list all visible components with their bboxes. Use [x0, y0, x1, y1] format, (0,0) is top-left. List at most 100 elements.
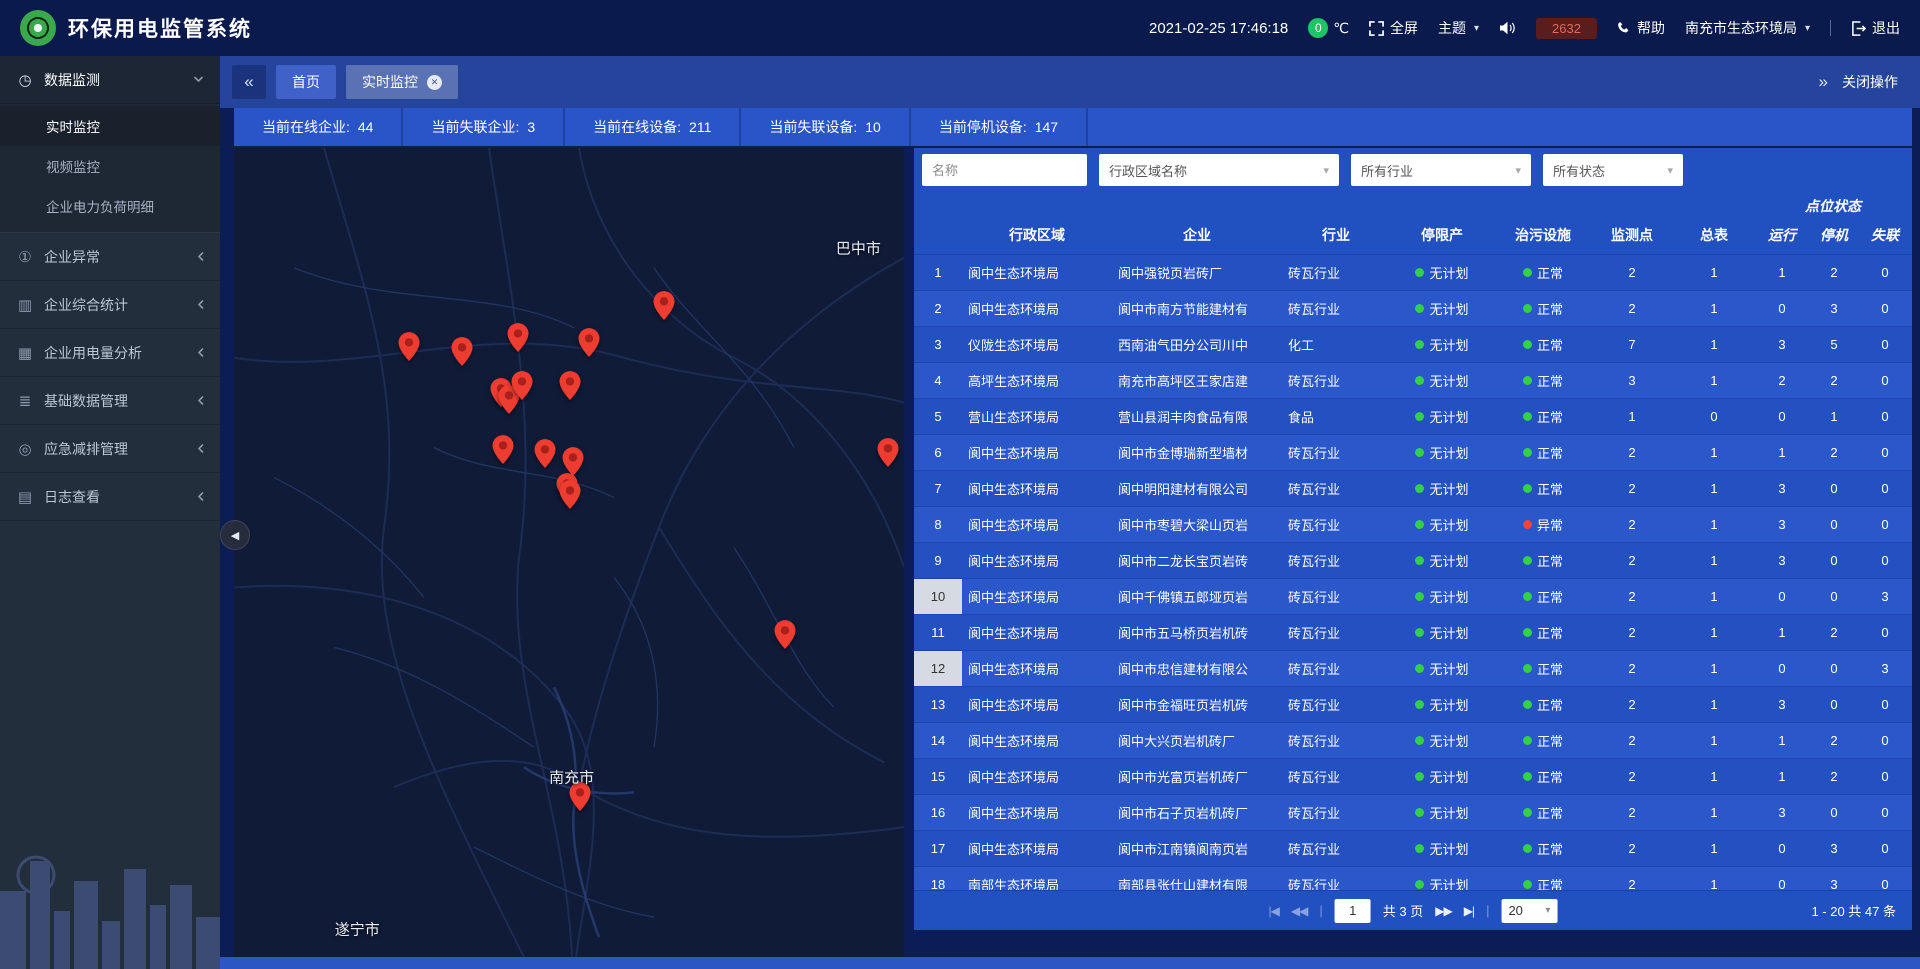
sidebar-item-realtime-monitor[interactable]: 实时监控: [0, 106, 220, 146]
table-row[interactable]: 12阆中生态环境局阆中市忠信建材有限公砖瓦行业无计划正常21003: [914, 651, 1912, 687]
table-row[interactable]: 15阆中生态环境局阆中市光富页岩机砖厂砖瓦行业无计划正常21120: [914, 759, 1912, 795]
table-row[interactable]: 14阆中生态环境局阆中大兴页岩机砖厂砖瓦行业无计划正常21120: [914, 723, 1912, 759]
map-pin[interactable]: [559, 480, 580, 509]
row-stop: 2: [1808, 723, 1860, 758]
table-row[interactable]: 13阆中生态环境局阆中市金福旺页岩机砖砖瓦行业无计划正常21300: [914, 687, 1912, 723]
row-index: 17: [914, 831, 962, 866]
table-row[interactable]: 2阆中生态环境局阆中市南方节能建材有砖瓦行业无计划正常21030: [914, 291, 1912, 327]
table-row[interactable]: 5营山生态环境局营山县润丰肉食品有限食品无计划正常10010: [914, 399, 1912, 435]
tabs-scroll-left-button[interactable]: «: [232, 65, 266, 99]
status-dot: [1415, 664, 1424, 673]
row-industry: 砖瓦行业: [1282, 363, 1390, 398]
org-name: 南充市生态环境局: [1685, 18, 1797, 38]
row-facility-status: 正常: [1494, 579, 1592, 614]
sound-button[interactable]: [1499, 21, 1516, 35]
row-points: 2: [1592, 255, 1672, 290]
map-collapse-button[interactable]: ◀: [220, 520, 250, 550]
chevron-left-icon: [197, 443, 204, 454]
map-pin[interactable]: [534, 439, 555, 468]
tab-home[interactable]: 首页: [276, 65, 336, 99]
org-dropdown[interactable]: 南充市生态环境局 ▾: [1685, 18, 1810, 38]
sidebar-section-base-data[interactable]: ≣基础数据管理: [0, 377, 220, 425]
map-pin[interactable]: [512, 371, 533, 400]
map-pin[interactable]: [579, 328, 600, 357]
name-filter-input[interactable]: [922, 154, 1087, 186]
app-logo-icon: [20, 10, 56, 46]
datetime: 2021-02-25 17:46:18: [1149, 20, 1288, 37]
status-text: 无计划: [1429, 695, 1468, 714]
table-row[interactable]: 1阆中生态环境局阆中强锐页岩砖厂砖瓦行业无计划正常21120: [914, 255, 1912, 291]
row-run: 1: [1756, 759, 1808, 794]
map-pin[interactable]: [508, 323, 529, 352]
map-pin[interactable]: [398, 332, 419, 361]
theme-dropdown[interactable]: 主题 ▾: [1438, 18, 1479, 38]
row-points: 7: [1592, 327, 1672, 362]
table-header-row: 行政区域企业行业停限产治污设施监测点总表运行停机失联: [914, 216, 1912, 254]
map-canvas[interactable]: 巴中市南充市遂宁市: [234, 148, 904, 957]
tab-bar: « 首页实时监控✕ » 关闭操作: [220, 56, 1920, 108]
table-row[interactable]: 11阆中生态环境局阆中市五马桥页岩机砖砖瓦行业无计划正常21120: [914, 615, 1912, 651]
table-row[interactable]: 6阆中生态环境局阆中市金博瑞新型墙材砖瓦行业无计划正常21120: [914, 435, 1912, 471]
fullscreen-button[interactable]: 全屏: [1369, 18, 1418, 38]
table-row[interactable]: 18南部生态环境局南部县张仕山建材有限砖瓦行业无计划正常21030: [914, 867, 1912, 890]
stat-label: 当前停机设备:: [939, 117, 1027, 137]
tab-realtime[interactable]: 实时监控✕: [346, 65, 458, 99]
sidebar-section-emergency-mgmt[interactable]: ◎应急减排管理: [0, 425, 220, 473]
sidebar-section-log-view[interactable]: ▤日志查看: [0, 473, 220, 521]
sidebar-section-data-monitoring[interactable]: ◷数据监测: [0, 56, 220, 104]
last-page-button[interactable]: ▶|: [1464, 904, 1474, 918]
row-lost: 0: [1860, 363, 1910, 398]
status-filter-select[interactable]: 所有状态 ▾: [1543, 154, 1683, 186]
map-pin[interactable]: [559, 371, 580, 400]
row-lost: 0: [1860, 759, 1910, 794]
sidebar-section-enterprise-abnormal[interactable]: ①企业异常: [0, 233, 220, 281]
close-operations-button[interactable]: 关闭操作: [1842, 72, 1898, 92]
double-chevron-right-icon[interactable]: »: [1819, 72, 1828, 92]
industry-filter-select[interactable]: 所有行业 ▾: [1351, 154, 1531, 186]
prev-page-button[interactable]: ◀◀: [1291, 904, 1307, 918]
help-button[interactable]: 帮助: [1617, 18, 1665, 38]
sidebar-section-enterprise-stats[interactable]: ▥企业综合统计: [0, 281, 220, 329]
logout-label: 退出: [1872, 18, 1900, 38]
table-row[interactable]: 4高坪生态环境局南充市高坪区王家店建砖瓦行业无计划正常31220: [914, 363, 1912, 399]
sidebar-section-power-analysis[interactable]: ▦企业用电量分析: [0, 329, 220, 377]
map-pin[interactable]: [563, 447, 584, 476]
row-points: 3: [1592, 363, 1672, 398]
table-row[interactable]: 3仪陇生态环境局西南油气田分公司川中化工无计划正常71350: [914, 327, 1912, 363]
row-facility-status: 正常: [1494, 651, 1592, 686]
page-number-input[interactable]: 1: [1335, 899, 1371, 923]
table-row[interactable]: 17阆中生态环境局阆中市江南镇阆南页岩砖瓦行业无计划正常21030: [914, 831, 1912, 867]
map-pin[interactable]: [451, 337, 472, 366]
row-stop: 5: [1808, 327, 1860, 362]
row-limit-status: 无计划: [1390, 615, 1494, 650]
column-header: 治污设施: [1494, 216, 1592, 254]
map-pin[interactable]: [877, 438, 898, 467]
map-roads: [234, 148, 904, 957]
map-pin[interactable]: [775, 620, 796, 649]
first-page-button[interactable]: |◀: [1269, 904, 1279, 918]
table-row[interactable]: 10阆中生态环境局阆中千佛镇五郎垭页岩砖瓦行业无计划正常21003: [914, 579, 1912, 615]
sidebar-item-video-monitor[interactable]: 视频监控: [0, 146, 220, 186]
sidebar-item-power-load-detail[interactable]: 企业电力负荷明细: [0, 186, 220, 226]
row-company: 阆中市五马桥页岩机砖: [1112, 615, 1282, 650]
row-points: 2: [1592, 759, 1672, 794]
row-meters: 1: [1672, 867, 1756, 890]
table-row[interactable]: 16阆中生态环境局阆中市石子页岩机砖厂砖瓦行业无计划正常21300: [914, 795, 1912, 831]
next-page-button[interactable]: ▶▶: [1435, 904, 1451, 918]
map-pin[interactable]: [493, 435, 514, 464]
notice-count-badge[interactable]: 2632: [1536, 18, 1597, 39]
logout-button[interactable]: 退出: [1851, 18, 1900, 38]
page-size-select[interactable]: 20 ▾: [1501, 899, 1557, 923]
row-index: 12: [914, 651, 962, 686]
map-pin[interactable]: [654, 291, 675, 320]
row-industry: 砖瓦行业: [1282, 291, 1390, 326]
table-row[interactable]: 8阆中生态环境局阆中市枣碧大梁山页岩砖瓦行业无计划异常21300: [914, 507, 1912, 543]
table-row[interactable]: 7阆中生态环境局阆中明阳建材有限公司砖瓦行业无计划正常21300: [914, 471, 1912, 507]
table-row[interactable]: 9阆中生态环境局阆中市二龙长宝页岩砖砖瓦行业无计划正常21300: [914, 543, 1912, 579]
row-company: 阆中市光富页岩机砖厂: [1112, 759, 1282, 794]
row-region: 阆中生态环境局: [962, 831, 1112, 866]
stat-label: 当前在线设备:: [593, 117, 681, 137]
status-dot: [1415, 700, 1424, 709]
region-filter-select[interactable]: 行政区域名称 ▾: [1099, 154, 1339, 186]
tab-close-icon[interactable]: ✕: [427, 75, 442, 90]
